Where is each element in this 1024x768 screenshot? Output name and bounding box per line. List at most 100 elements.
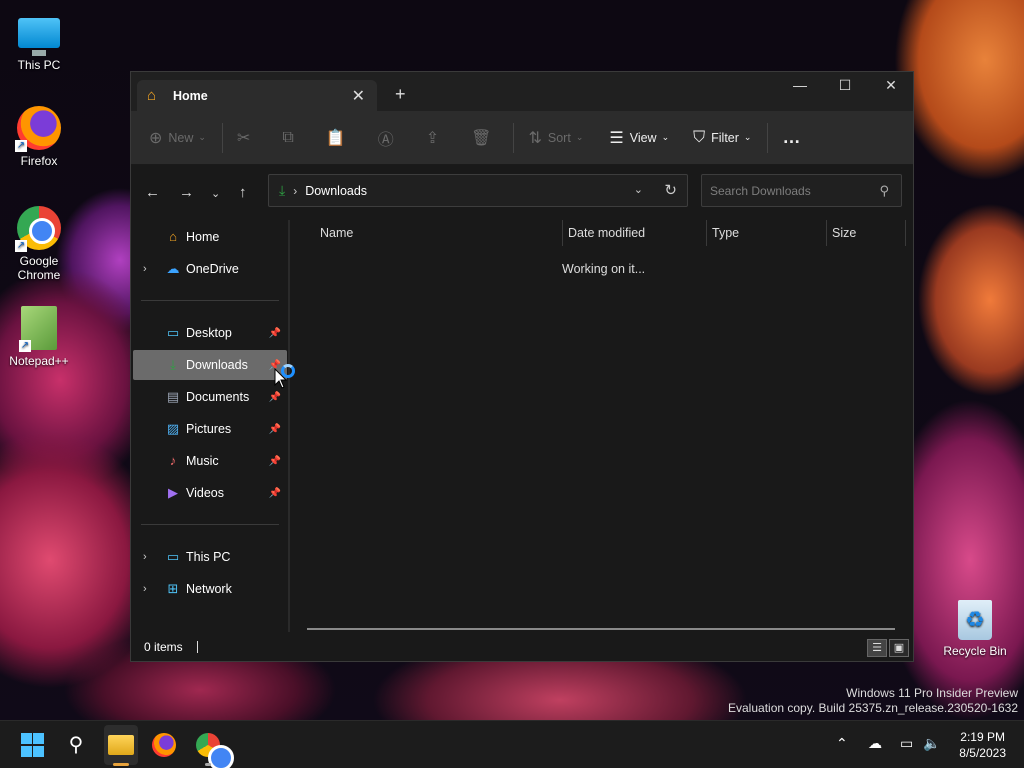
sidebar-item-label: Home — [186, 230, 220, 244]
tiles-view-button[interactable]: ▣ — [889, 639, 909, 657]
close-tab-icon[interactable]: ✕ — [352, 86, 365, 106]
taskbar-chrome-icon[interactable] — [196, 733, 234, 768]
desktop-icon: ▭ — [166, 325, 180, 340]
navigation-pane: ⌂ Home › ☁ OneDrive ▭ Desktop 📌 ⤓ Downlo… — [131, 220, 289, 632]
delete-button[interactable]: 🗑 — [471, 128, 497, 148]
desktop-icon-label: Firefox — [20, 154, 58, 168]
pin-icon[interactable]: 📌 — [269, 392, 281, 403]
sidebar-item-desktop[interactable]: ▭ Desktop 📌 — [133, 318, 287, 348]
column-separator[interactable] — [562, 220, 563, 246]
address-bar[interactable]: ⤓ › Downloads ⌄ ↻ — [268, 174, 688, 207]
tray-overflow-chevron-icon[interactable]: ⌃ — [836, 735, 848, 752]
tab-home[interactable]: ⌂ Home ✕ — [137, 80, 377, 111]
back-button[interactable]: ← — [145, 184, 160, 201]
more-options-button[interactable]: … — [782, 127, 806, 148]
plus-circle-icon: ⊕ — [149, 129, 163, 147]
desktop-icon-this-pc[interactable]: This PC — [1, 10, 77, 72]
new-label: New — [168, 130, 194, 145]
onedrive-tray-icon[interactable]: ☁ — [868, 735, 882, 752]
sidebar-item-network[interactable]: › ⊞ Network — [133, 574, 287, 604]
chevron-down-icon[interactable]: ⌄ — [634, 183, 643, 196]
search-icon[interactable]: ⚲ — [879, 183, 889, 199]
maximize-button[interactable]: ☐ — [822, 77, 868, 94]
desktop-icon-label: Recycle Bin — [943, 644, 1007, 658]
search-box[interactable]: ⚲ — [701, 174, 902, 207]
chevron-right-icon[interactable]: › — [143, 263, 147, 275]
share-button[interactable]: ⇪ — [426, 128, 445, 148]
refresh-icon[interactable]: ↻ — [664, 181, 677, 199]
document-icon: ▤ — [166, 389, 180, 404]
column-separator[interactable] — [706, 220, 707, 246]
taskbar-file-explorer-icon[interactable] — [108, 735, 134, 755]
desktop-icon-recycle-bin[interactable]: ♻ Recycle Bin — [937, 600, 1013, 658]
loading-message: Working on it... — [562, 262, 646, 276]
close-window-button[interactable]: ✕ — [868, 77, 914, 94]
sidebar-item-label: Pictures — [186, 422, 232, 436]
taskbar-running-indicator — [205, 763, 211, 766]
cut-button[interactable]: ✂ — [237, 128, 256, 148]
address-row: ← → ⌄ ↑ ⤓ › Downloads ⌄ ↻ ⚲ — [131, 165, 913, 220]
horizontal-scrollbar[interactable] — [307, 628, 895, 630]
desktop-icon-chrome[interactable]: ↗ Google Chrome — [1, 206, 77, 282]
windows-logo-icon — [33, 733, 44, 744]
sort-button[interactable]: ⇅ Sort ⌄ — [528, 128, 583, 148]
rename-button[interactable]: Ⓐ — [378, 126, 400, 150]
column-separator[interactable] — [826, 220, 827, 246]
volume-tray-icon[interactable]: 🔈 — [923, 735, 940, 752]
shortcut-arrow-icon: ↗ — [15, 140, 27, 152]
details-view-button[interactable]: ☰ — [867, 639, 887, 657]
sidebar-item-label: This PC — [186, 550, 231, 564]
recent-locations-button[interactable]: ⌄ — [211, 187, 220, 200]
search-input[interactable] — [702, 175, 872, 206]
sidebar-item-onedrive[interactable]: › ☁ OneDrive — [133, 254, 287, 284]
pin-icon[interactable]: 📌 — [269, 456, 281, 467]
pin-icon[interactable]: 📌 — [269, 488, 281, 499]
sidebar-item-home[interactable]: ⌂ Home — [133, 222, 287, 252]
taskbar-clock[interactable]: 2:19 PM 8/5/2023 — [959, 729, 1006, 761]
filter-button[interactable]: ⛉ Filter ⌄ — [693, 129, 751, 147]
desktop-icon-notepadpp[interactable]: ↗ Notepad++ — [1, 306, 77, 368]
paste-button[interactable]: 📋 — [326, 128, 352, 148]
forward-button[interactable]: → — [179, 184, 194, 201]
sidebar-divider — [141, 300, 279, 301]
sidebar-item-pictures[interactable]: ▨ Pictures 📌 — [133, 414, 287, 444]
column-header-name[interactable]: Name — [320, 226, 353, 250]
chevron-right-icon[interactable]: › — [143, 551, 147, 563]
desktop-icon-firefox[interactable]: ↗ Firefox — [1, 106, 77, 168]
tab-label: Home — [173, 88, 208, 103]
taskbar-firefox-icon[interactable] — [152, 733, 176, 757]
sidebar-item-downloads[interactable]: ⤓ Downloads 📌 — [133, 350, 287, 380]
pin-icon[interactable]: 📌 — [269, 424, 281, 435]
sort-icon: ⇅ — [528, 129, 542, 147]
filter-label: Filter — [711, 130, 739, 145]
taskbar-search-button[interactable]: ⚲ — [62, 731, 90, 759]
column-header-type[interactable]: Type — [712, 226, 739, 250]
sidebar-item-music[interactable]: ♪ Music 📌 — [133, 446, 287, 476]
pane-splitter[interactable] — [288, 220, 290, 632]
network-tray-icon[interactable]: ▭ — [900, 735, 913, 752]
toolbar-separator — [221, 122, 223, 153]
pin-icon[interactable]: 📌 — [269, 328, 281, 339]
sidebar-item-this-pc[interactable]: › ▭ This PC — [133, 542, 287, 572]
column-header-size[interactable]: Size — [832, 226, 856, 250]
chevron-right-icon: › — [293, 183, 298, 198]
picture-icon: ▨ — [166, 421, 180, 436]
view-list-icon: ☰ — [609, 129, 624, 147]
sidebar-item-videos[interactable]: ▶ Videos 📌 — [133, 478, 287, 508]
new-button[interactable]: ⊕ New ⌄ — [149, 128, 206, 148]
view-button[interactable]: ☰ View ⌄ — [609, 128, 669, 148]
pc-icon — [18, 18, 60, 56]
sidebar-item-documents[interactable]: ▤ Documents 📌 — [133, 382, 287, 412]
view-label: View — [629, 130, 657, 145]
column-separator[interactable] — [905, 220, 906, 246]
up-button[interactable]: ↑ — [239, 184, 247, 201]
chevron-right-icon[interactable]: › — [143, 583, 147, 595]
taskbar-active-indicator — [113, 763, 129, 766]
start-button[interactable] — [21, 733, 45, 757]
minimize-button[interactable]: — — [777, 77, 823, 93]
copy-button[interactable]: ⧉ — [282, 129, 299, 147]
column-header-date-modified[interactable]: Date modified — [568, 226, 645, 250]
new-tab-button[interactable]: + — [395, 84, 406, 105]
chevron-down-icon: ⌄ — [575, 132, 584, 142]
breadcrumb-downloads[interactable]: Downloads — [305, 184, 367, 198]
